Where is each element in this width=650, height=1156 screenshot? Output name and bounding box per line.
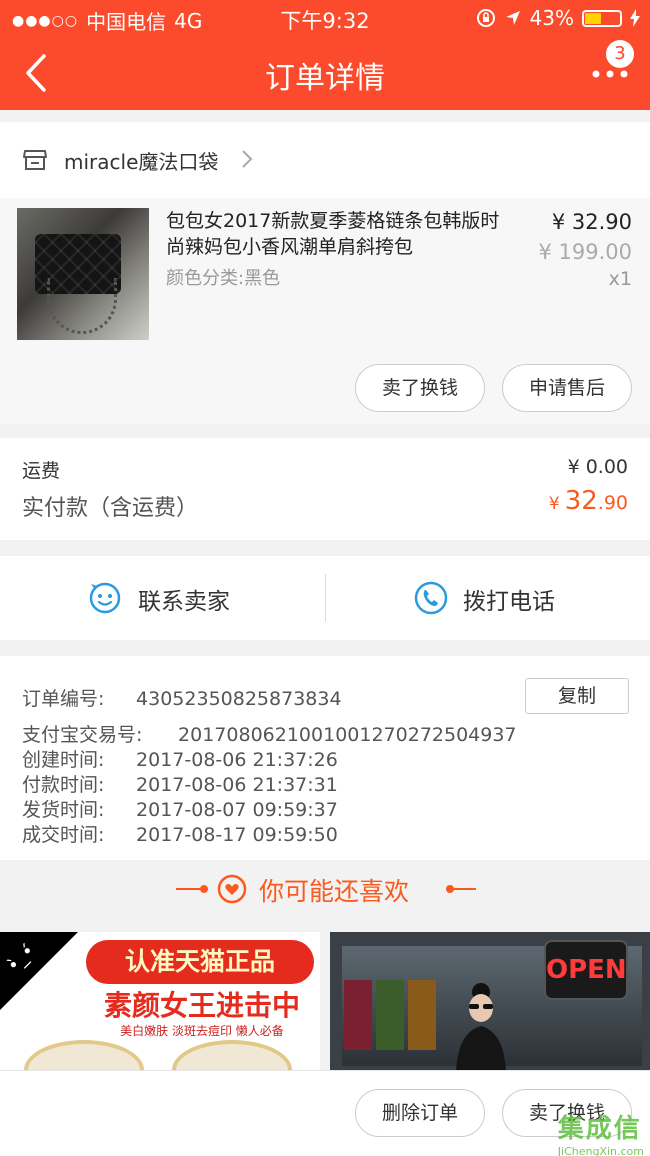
product-original-price: ¥ 199.00 (538, 240, 632, 264)
created-label: 创建时间: (22, 749, 105, 771)
product-quantity: x1 (608, 268, 632, 290)
paid-label: 实付款（含运费） (22, 496, 199, 521)
paid-time-label: 付款时间: (22, 774, 105, 796)
shipped-row: 发货时间: 2017-08-07 09:59:37 (22, 795, 338, 822)
order-number-label: 订单编号: (22, 688, 105, 710)
recommend-header: 你可能还喜欢 (0, 860, 650, 932)
product-title[interactable]: 包包女2017新款夏季菱格链条包韩版时尚辣妈包小香风潮单肩斜挎包 (166, 208, 516, 260)
poster-image (376, 980, 404, 1050)
status-right: 43% (476, 6, 640, 30)
call-phone-button[interactable]: 拨打电话 (325, 556, 650, 640)
product-price: ¥ 32.90 (551, 210, 632, 234)
paid-integer: 32 (564, 486, 598, 516)
card-headline: 认准天猫正品 (86, 940, 314, 984)
order-item[interactable]: 包包女2017新款夏季菱格链条包韩版时尚辣妈包小香风潮单肩斜挎包 颜色分类:黑色… (0, 198, 650, 424)
contact-seller-button[interactable]: 联系卖家 (0, 556, 325, 640)
contact-bar: 联系卖家 拨打电话 (0, 556, 650, 640)
phone-icon (414, 581, 448, 615)
page-title: 订单详情 (265, 61, 385, 96)
paid-decimal: .90 (597, 492, 628, 514)
product-bowl-image (24, 1040, 144, 1072)
rotation-lock-icon (476, 9, 495, 27)
after-sale-button[interactable]: 申请售后 (502, 364, 632, 412)
model-photo (456, 983, 506, 1072)
recommend-card[interactable]: OPEN (330, 932, 650, 1072)
nav-bar: 订单详情 3 (0, 36, 650, 110)
order-info: 订单编号: 43052350825873834 复制 支付宝交易号: 20170… (0, 656, 650, 860)
order-number-row: 订单编号: 43052350825873834 (22, 684, 342, 711)
paid-currency: ¥ (548, 494, 560, 514)
battery-icon (582, 9, 622, 27)
payment-summary: 运费 ¥ 0.00 实付款（含运费） ¥ 32.90 (0, 438, 650, 540)
recommend-card[interactable]: •̀_•́ 认准天猫正品 素颜女王进击中 美白嫩肤 淡斑去痘印 懒人必备 (0, 932, 320, 1072)
completed-value: 2017-08-17 09:59:50 (136, 824, 338, 846)
poster-image (408, 980, 436, 1050)
order-number-value: 43052350825873834 (136, 688, 342, 710)
product-variant: 颜色分类:黑色 (166, 268, 281, 289)
heart-icon (217, 874, 247, 904)
copy-button[interactable]: 复制 (525, 678, 629, 714)
poster-image (344, 980, 372, 1050)
decor-dot-left (200, 885, 208, 893)
shop-row[interactable]: miracle魔法口袋 (0, 122, 650, 198)
paid-amount: ¥ 32.90 (549, 486, 628, 516)
status-bar: ●●●○○ 中国电信 4G 下午9:32 43% (0, 0, 650, 36)
watermark: 集成信 JiChengXin.com (558, 1108, 644, 1156)
card-tagline: 美白嫩肤 淡斑去痘印 懒人必备 (120, 1024, 284, 1038)
location-icon (505, 11, 520, 25)
card-subheadline: 素颜女王进击中 (103, 989, 300, 1022)
contact-seller-label: 联系卖家 (138, 589, 230, 615)
decor-line-left (176, 888, 202, 890)
shop-icon (23, 150, 47, 170)
open-sign: OPEN (544, 940, 628, 1000)
shipped-label: 发货时间: (22, 799, 105, 821)
battery-percent: 43% (529, 6, 574, 30)
product-image[interactable] (17, 208, 149, 340)
shipped-value: 2017-08-07 09:59:37 (136, 799, 338, 821)
completed-row: 成交时间: 2017-08-17 09:59:50 (22, 820, 338, 847)
shipping-value: ¥ 0.00 (567, 456, 628, 478)
charging-icon (630, 9, 640, 27)
product-bowl-image (172, 1040, 292, 1072)
watermark-logo: 集成信 (557, 1114, 642, 1144)
watermark-url: JiChengXin.com (557, 1145, 644, 1156)
shipping-label: 运费 (22, 460, 61, 482)
recommend-title: 你可能还喜欢 (259, 877, 410, 906)
chevron-right-icon (242, 150, 253, 168)
paid-time-value: 2017-08-06 21:37:31 (136, 774, 338, 796)
created-row: 创建时间: 2017-08-06 21:37:26 (22, 745, 338, 772)
alipay-row: 支付宝交易号: 2017080621001001270272504937 (22, 720, 517, 747)
completed-label: 成交时间: (22, 824, 105, 846)
delete-order-button[interactable]: 删除订单 (355, 1089, 485, 1137)
alipay-label: 支付宝交易号: (22, 724, 143, 746)
sell-for-cash-button[interactable]: 卖了换钱 (355, 364, 485, 412)
chat-smile-icon (89, 582, 121, 614)
alipay-value: 2017080621001001270272504937 (178, 724, 517, 746)
shop-name: miracle魔法口袋 (64, 150, 219, 174)
created-value: 2017-08-06 21:37:26 (136, 749, 338, 771)
message-badge: 3 (606, 40, 634, 68)
paid-time-row: 付款时间: 2017-08-06 21:37:31 (22, 770, 338, 797)
call-phone-label: 拨打电话 (463, 589, 555, 615)
decor-line-right (450, 888, 476, 890)
bottom-action-bar: 删除订单 卖了换钱 (0, 1070, 650, 1156)
